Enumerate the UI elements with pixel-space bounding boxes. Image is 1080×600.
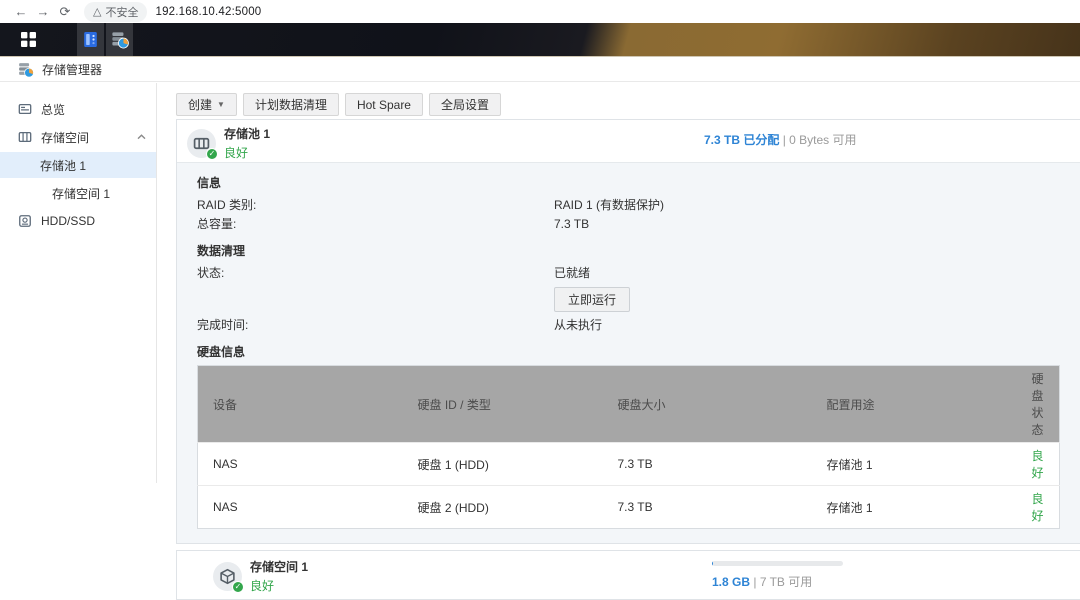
cell-drive-size: 7.3 TB (603, 443, 812, 486)
taskbar-app-dsm-device[interactable] (77, 23, 104, 56)
col-drive-status[interactable]: 硬盘状态 (1017, 366, 1060, 443)
cell-allocation: 存储池 1 (812, 443, 1017, 486)
finish-time-value: 从未执行 (554, 316, 602, 335)
pool-available: 0 Bytes 可用 (789, 133, 856, 147)
healthy-check-badge: ✓ (232, 581, 244, 593)
hdd-icon (18, 214, 32, 228)
pool-usage-summary: 7.3 TB 已分配 | 0 Bytes 可用 (704, 131, 857, 148)
storage-manager-icon (110, 30, 129, 49)
sidebar-item-label: 存储池 1 (40, 157, 156, 174)
total-capacity-value: 7.3 TB (554, 215, 589, 234)
storage-pool-card: ✓ 存储池 1 良好 7.3 TB 已分配 | 0 Bytes 可用 信息 RA… (176, 119, 1080, 544)
schedule-data-scrubbing-button[interactable]: 计划数据清理 (243, 93, 339, 116)
info-section-heading: 信息 (197, 174, 1060, 191)
action-toolbar: 创建 ▼ 计划数据清理 Hot Spare 全局设置 (158, 83, 1080, 116)
cell-drive-size: 7.3 TB (603, 486, 812, 529)
cell-drive-status: 良好 (1017, 443, 1060, 486)
volume-available: 7 TB 可用 (760, 575, 812, 589)
sidebar-item-volume-1[interactable]: 存储空间 1 (0, 180, 156, 206)
drive-table-header-row: 设备 硬盘 ID / 类型 硬盘大小 配置用途 硬盘状态 (198, 366, 1060, 443)
scrubbing-section-heading: 数据清理 (197, 242, 1060, 259)
global-settings-button[interactable]: 全局设置 (429, 93, 501, 116)
drive-row-1[interactable]: NAS 硬盘 1 (HDD) 7.3 TB 存储池 1 良好 (198, 443, 1060, 486)
sidebar-item-label: HDD/SSD (41, 214, 156, 228)
scrub-status-value: 已就绪 (554, 264, 590, 283)
sidebar-item-label: 存储空间 (41, 129, 128, 146)
pool-status: 良好 (224, 144, 270, 161)
main-content: 创建 ▼ 计划数据清理 Hot Spare 全局设置 ✓ 存储池 1 良好 (158, 83, 1080, 483)
raid-type-value: RAID 1 (有数据保护) (554, 196, 664, 215)
cell-drive-id: 硬盘 2 (HDD) (403, 486, 603, 529)
sidebar-item-label: 总览 (41, 101, 156, 118)
hot-spare-button[interactable]: Hot Spare (345, 93, 423, 116)
warning-triangle-icon: △ (93, 5, 101, 18)
raid-type-label: RAID 类别: (197, 196, 554, 215)
usage-separator: | (779, 133, 789, 147)
security-label: 不安全 (105, 4, 138, 20)
storage-icon (18, 130, 32, 144)
col-drive-id-type[interactable]: 硬盘 ID / 类型 (403, 366, 603, 443)
volume-card[interactable]: ✓ 存储空间 1 良好 1.8 GB | 7 TB 可用 (176, 550, 1080, 600)
taskbar-app-storage-manager[interactable] (106, 23, 133, 56)
sidebar-item-overview[interactable]: 总览 (0, 96, 156, 122)
scrub-status-label: 状态: (197, 264, 554, 283)
main-menu-button[interactable] (0, 23, 56, 56)
sidebar-item-hdd-ssd[interactable]: HDD/SSD (0, 208, 156, 234)
window-titlebar: 存储管理器 (0, 57, 1080, 82)
nas-device-icon (81, 30, 100, 49)
browser-back-button[interactable]: ← (10, 4, 32, 19)
sidebar: 总览 存储空间 存储池 1 存储空间 1 HDD/SSD (0, 83, 157, 483)
pool-title: 存储池 1 (224, 125, 270, 142)
volume-usage-summary: 1.8 GB | 7 TB 可用 (712, 561, 843, 590)
address-bar-url[interactable]: 192.168.10.42:5000 (155, 6, 261, 18)
site-security-badge[interactable]: △ 不安全 (84, 2, 147, 22)
drive-row-2[interactable]: NAS 硬盘 2 (HDD) 7.3 TB 存储池 1 良好 (198, 486, 1060, 529)
volume-title: 存储空间 1 (250, 558, 308, 575)
chevron-down-icon: ▼ (217, 100, 225, 109)
browser-forward-button[interactable]: → (32, 4, 54, 19)
app-grid-icon (20, 31, 37, 48)
storage-pool-header[interactable]: ✓ 存储池 1 良好 7.3 TB 已分配 | 0 Bytes 可用 (177, 120, 1080, 162)
total-capacity-label: 总容量: (197, 215, 554, 234)
sidebar-item-label: 存储空间 1 (52, 185, 156, 202)
pool-allocated: 7.3 TB 已分配 (704, 133, 779, 147)
drive-info-heading: 硬盘信息 (197, 343, 1060, 360)
usage-separator: | (750, 575, 760, 589)
storage-pool-details: 信息 RAID 类别: RAID 1 (有数据保护) 总容量: 7.3 TB 数… (177, 162, 1080, 543)
sidebar-item-storage-pool-1[interactable]: 存储池 1 (0, 152, 156, 178)
healthy-check-badge: ✓ (206, 148, 218, 160)
cell-allocation: 存储池 1 (812, 486, 1017, 529)
drive-table: 设备 硬盘 ID / 类型 硬盘大小 配置用途 硬盘状态 NAS 硬盘 1 (H… (197, 365, 1060, 529)
storage-manager-icon (17, 61, 34, 78)
col-drive-size[interactable]: 硬盘大小 (603, 366, 812, 443)
volume-used: 1.8 GB (712, 575, 750, 589)
col-allocation[interactable]: 配置用途 (812, 366, 1017, 443)
cell-drive-id: 硬盘 1 (HDD) (403, 443, 603, 486)
chevron-up-icon[interactable] (137, 134, 146, 140)
create-button[interactable]: 创建 ▼ (176, 93, 237, 116)
browser-toolbar: ← → ⟳ △ 不安全 192.168.10.42:5000 (0, 0, 1080, 23)
sidebar-item-storage[interactable]: 存储空间 (0, 124, 156, 150)
col-device[interactable]: 设备 (198, 366, 403, 443)
run-now-button[interactable]: 立即运行 (554, 287, 630, 312)
volume-status: 良好 (250, 577, 308, 594)
finish-time-label: 完成时间: (197, 316, 554, 335)
window-title: 存储管理器 (42, 61, 102, 78)
cell-drive-status: 良好 (1017, 486, 1060, 529)
overview-icon (18, 102, 32, 116)
volume-usage-bar-fill (712, 561, 713, 566)
cell-device: NAS (198, 443, 403, 486)
volume-icon: ✓ (213, 562, 242, 591)
dsm-taskbar (0, 23, 1080, 57)
create-button-label: 创建 (188, 96, 212, 113)
cell-device: NAS (198, 486, 403, 529)
browser-reload-button[interactable]: ⟳ (54, 4, 76, 20)
volume-usage-bar (712, 561, 843, 566)
storage-pool-icon: ✓ (187, 129, 216, 158)
